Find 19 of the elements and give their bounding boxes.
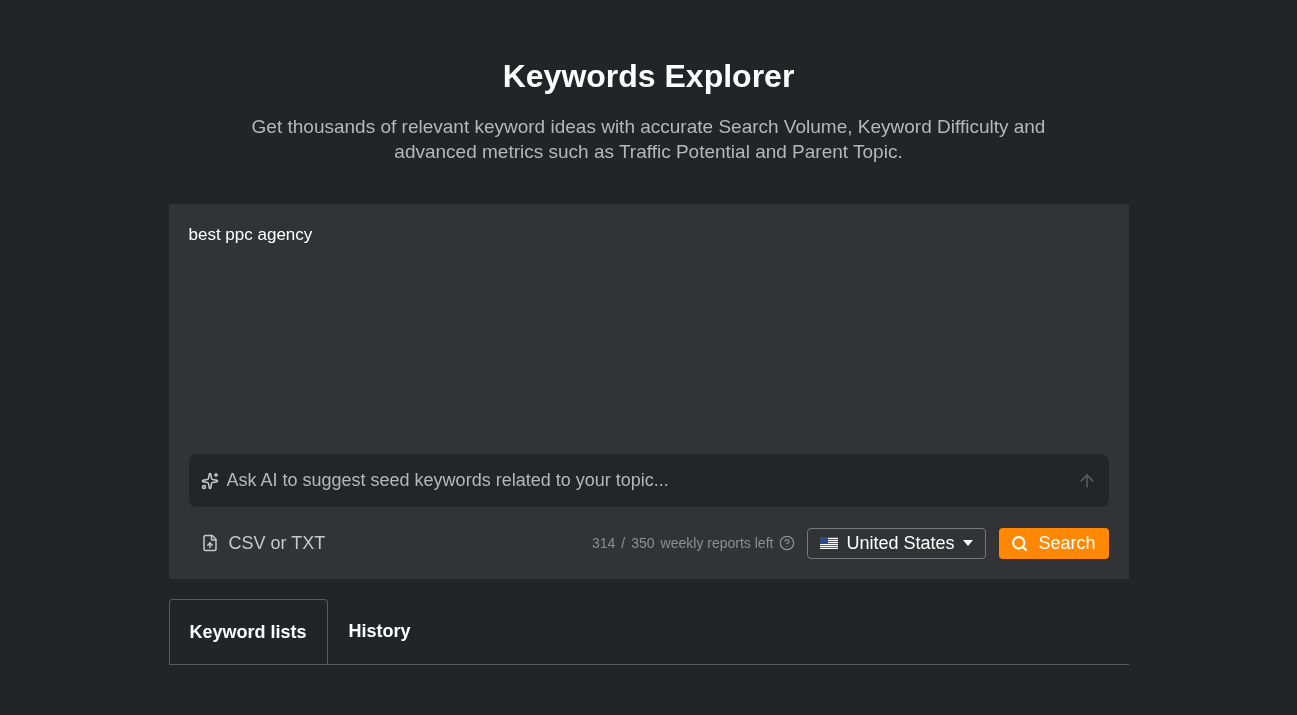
caret-icon xyxy=(962,540,973,546)
file-upload-icon xyxy=(200,534,219,552)
country-dropdown[interactable]: United States xyxy=(807,527,986,559)
flag-icon xyxy=(820,537,839,549)
ai-prompt-input[interactable]: Ask AI to suggest seed keywords related to your topic... xyxy=(226,467,1069,494)
tab[interactable]: History xyxy=(327,599,432,664)
quota-used: 314 xyxy=(592,533,616,553)
page-title: Keywords Explorer xyxy=(502,57,795,96)
quota-total: 350 xyxy=(631,533,655,553)
help-icon[interactable] xyxy=(779,535,796,551)
keyword-search-box[interactable]: best ppc agency Ask AI to suggest seed keywords related to your topic... CSV or TXT 314 / 350 weekly reports left United States Search xyxy=(168,204,1129,579)
upload-button[interactable]: CSV or TXT xyxy=(188,529,326,557)
search-icon xyxy=(1011,534,1029,552)
ai-prompt-field[interactable]: Ask AI to suggest seed keywords related to your topic... xyxy=(188,454,1109,507)
page-subtitle: Get thousands of relevant keyword ideas with accurate Search Volume, Keyword Difficulty and advanced metrics such as Traffic Potential and Parent Topic. xyxy=(250,115,1047,164)
sparkle-icon xyxy=(200,471,219,490)
quota-separator: / xyxy=(621,533,626,553)
quota-label: weekly reports left xyxy=(660,533,774,553)
tab[interactable]: Keyword lists xyxy=(168,599,328,664)
